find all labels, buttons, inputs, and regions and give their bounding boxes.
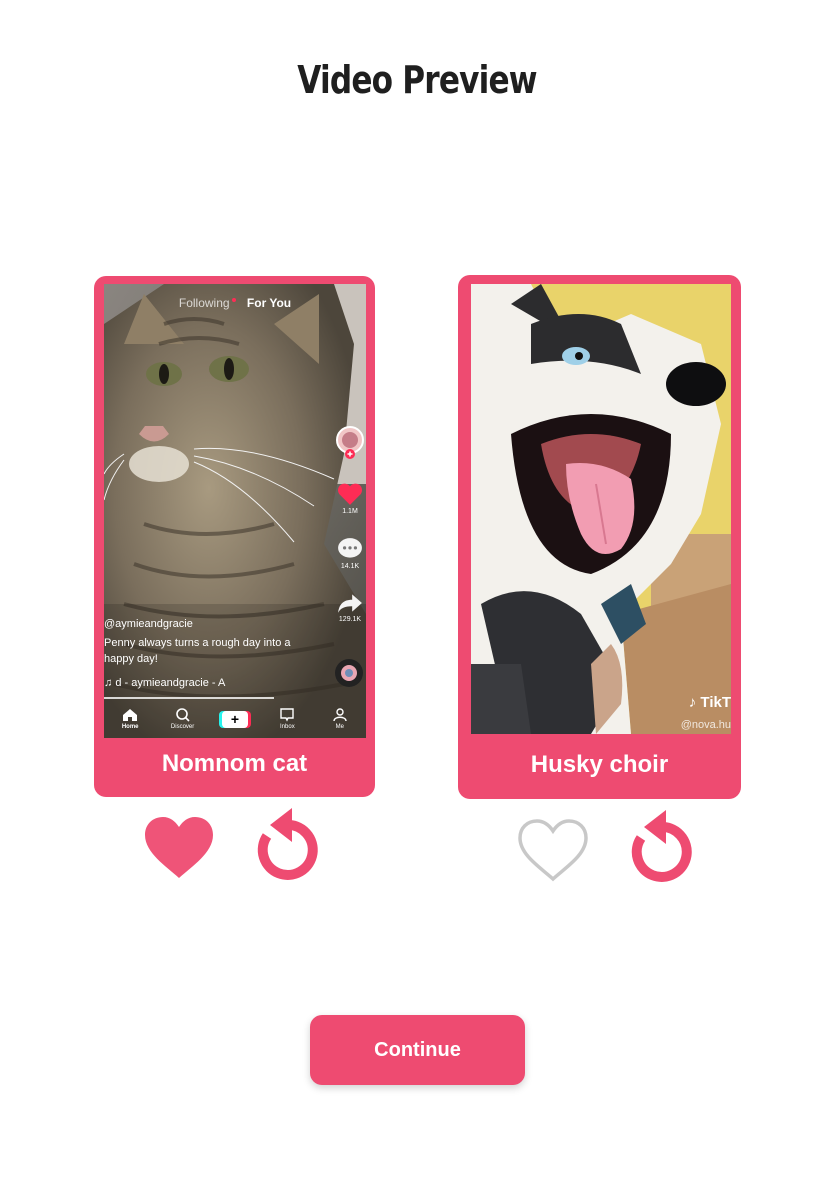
nav-create[interactable]: + (215, 710, 255, 728)
plus-icon: + (221, 710, 248, 728)
like-count-group[interactable]: 1.1M (336, 482, 364, 515)
page-title: Video Preview (297, 58, 537, 102)
creator-handle: @nova.hu (680, 719, 731, 731)
replay-button-nomnom-cat[interactable] (252, 806, 320, 889)
replay-icon (257, 808, 318, 880)
replay-button-husky-choir[interactable] (626, 808, 694, 891)
like-button-husky-choir[interactable] (516, 818, 590, 889)
inbox-icon (280, 708, 295, 722)
video-sound[interactable]: ♫ d - aymieandgracie - A (104, 675, 314, 691)
nav-discover[interactable]: Discover (163, 708, 203, 730)
home-icon (123, 709, 138, 721)
tiktok-bottom-nav: Home Discover + Inbox Me (104, 700, 366, 738)
share-arrow-icon (338, 594, 362, 613)
husky-image (471, 284, 731, 734)
music-note-icon: ♫ (104, 677, 113, 689)
video-card-nomnom-cat[interactable]: Following For You 1.1M 14.1K 129.1K @aym… (94, 276, 375, 797)
heart-outline-icon (518, 819, 588, 882)
tiktok-watermark: ♪ TikT (688, 694, 731, 711)
notification-dot (232, 298, 236, 302)
tiktok-logo-icon: ♪ (688, 694, 697, 711)
replay-icon (631, 810, 692, 882)
like-count: 1.1M (342, 508, 358, 515)
share-count-group[interactable]: 129.1K (336, 592, 364, 623)
video-username[interactable]: @aymieandgracie (104, 616, 314, 632)
tab-following[interactable]: Following (179, 296, 230, 310)
share-count: 129.1K (338, 616, 362, 623)
nav-me[interactable]: Me (320, 708, 360, 730)
video-thumbnail[interactable]: ♪ TikT @nova.hu (471, 284, 731, 734)
sound-disc-icon[interactable] (334, 658, 364, 688)
comment-count: 14.1K (340, 563, 360, 570)
comment-count-group[interactable]: 14.1K (336, 537, 364, 570)
continue-button[interactable]: Continue (310, 1015, 525, 1085)
creator-avatar[interactable] (336, 426, 364, 462)
video-caption: Penny always turns a rough day into a ha… (104, 637, 291, 665)
video-card-husky-choir[interactable]: ♪ TikT @nova.hu Husky choir (458, 275, 741, 799)
comment-bubble-icon (338, 538, 362, 558)
video-title: Husky choir (530, 751, 669, 778)
heart-filled-icon (145, 817, 213, 878)
nav-home[interactable]: Home (110, 708, 150, 730)
search-icon (175, 708, 190, 722)
like-heart-icon (337, 483, 363, 505)
progress-bar (104, 697, 274, 699)
like-button-nomnom-cat[interactable] (142, 815, 216, 886)
tab-for-you[interactable]: For You (247, 296, 291, 310)
video-title: Nomnom cat (161, 750, 308, 777)
avatar-icon (336, 426, 364, 459)
nav-inbox[interactable]: Inbox (267, 708, 307, 730)
video-thumbnail[interactable]: Following For You 1.1M 14.1K 129.1K @aym… (104, 284, 366, 738)
cat-image (104, 284, 366, 738)
profile-icon (333, 708, 347, 722)
